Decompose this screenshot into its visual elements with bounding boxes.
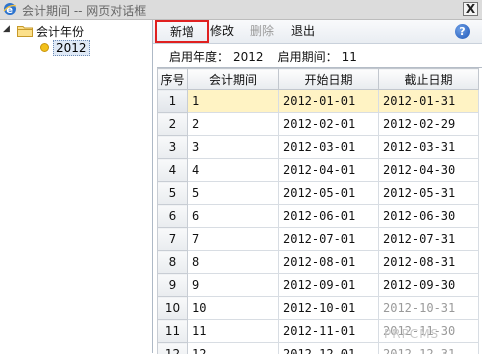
period-cell: 1: [188, 90, 279, 113]
leaf-dot-icon: [40, 43, 49, 52]
dialog-window: e 会计期间 -- 网页对话框 X ◢ 会计年份 2012 新增 修改 删除 退…: [0, 0, 482, 353]
col-header-end-date[interactable]: 截止日期: [379, 69, 479, 90]
end-date-cell: 2012-07-31: [379, 228, 479, 251]
start-date-cell: 2012-12-01: [279, 343, 379, 354]
tree-root-label: 会计年份: [36, 23, 84, 40]
start-date-cell: 2012-10-01: [279, 297, 379, 320]
table-row[interactable]: 772012-07-012012-07-31: [158, 228, 479, 251]
close-button[interactable]: X: [463, 2, 478, 16]
table-row[interactable]: 12122012-12-012012-12-31: [158, 343, 479, 354]
period-cell: 3: [188, 136, 279, 159]
period-cell: 8: [188, 251, 279, 274]
start-date-cell: 2012-08-01: [279, 251, 379, 274]
table-row[interactable]: 552012-05-012012-05-31: [158, 182, 479, 205]
row-index-cell: 11: [158, 320, 188, 343]
table-row[interactable]: 662012-06-012012-06-30: [158, 205, 479, 228]
period-panel: 新增 修改 删除 退出 ? 启用年度：2012启用期间：11 序号 会: [153, 20, 482, 353]
table-row[interactable]: 442012-04-012012-04-30: [158, 159, 479, 182]
col-header-period[interactable]: 会计期间: [188, 69, 279, 90]
start-period-value: 11: [342, 50, 357, 64]
period-cell: 12: [188, 343, 279, 354]
period-cell: 5: [188, 182, 279, 205]
row-index-cell: 12: [158, 343, 188, 354]
col-header-index[interactable]: 序号: [158, 69, 188, 90]
end-date-cell: 2012-06-30: [379, 205, 479, 228]
add-button[interactable]: 新增: [155, 20, 209, 43]
period-cell: 2: [188, 113, 279, 136]
period-cell: 11: [188, 320, 279, 343]
start-date-cell: 2012-05-01: [279, 182, 379, 205]
window-title: 会计期间 -- 网页对话框: [22, 2, 146, 19]
title-bar: e 会计期间 -- 网页对话框 X: [0, 0, 482, 20]
start-date-cell: 2012-03-01: [279, 136, 379, 159]
exit-button[interactable]: 退出: [291, 20, 315, 43]
end-date-cell: 2012-04-30: [379, 159, 479, 182]
period-cell: 10: [188, 297, 279, 320]
end-date-cell: 2012-09-30: [379, 274, 479, 297]
period-cell: 6: [188, 205, 279, 228]
tree-child-label[interactable]: 2012: [53, 40, 90, 56]
table-row[interactable]: 222012-02-012012-02-29: [158, 113, 479, 136]
start-date-cell: 2012-11-01: [279, 320, 379, 343]
end-date-cell: 2012-08-31: [379, 251, 479, 274]
table-row[interactable]: 992012-09-012012-09-30: [158, 274, 479, 297]
start-year-value: 2012: [233, 50, 264, 64]
start-date-cell: 2012-04-01: [279, 159, 379, 182]
edit-button[interactable]: 修改: [210, 20, 234, 43]
end-date-cell: 2012-10-31: [379, 297, 479, 320]
row-index-cell: 5: [158, 182, 188, 205]
start-year-label: 启用年度：: [169, 50, 229, 64]
table-row[interactable]: 10102012-10-012012-10-31: [158, 297, 479, 320]
row-index-cell: 7: [158, 228, 188, 251]
period-cell: 4: [188, 159, 279, 182]
row-index-cell: 4: [158, 159, 188, 182]
row-index-cell: 10: [158, 297, 188, 320]
end-date-cell: 2012-03-31: [379, 136, 479, 159]
table-row[interactable]: 112012-01-012012-01-31: [158, 90, 479, 113]
table-row[interactable]: 882012-08-012012-08-31: [158, 251, 479, 274]
period-cell: 7: [188, 228, 279, 251]
start-date-cell: 2012-06-01: [279, 205, 379, 228]
help-icon[interactable]: ?: [455, 24, 470, 39]
folder-icon: [17, 24, 33, 37]
toolbar: 新增 修改 删除 退出 ?: [153, 20, 482, 44]
row-index-cell: 6: [158, 205, 188, 228]
row-index-cell: 3: [158, 136, 188, 159]
start-period-label: 启用期间：: [278, 50, 338, 64]
table-row[interactable]: 332012-03-012012-03-31: [158, 136, 479, 159]
row-index-cell: 1: [158, 90, 188, 113]
ie-icon: e: [3, 2, 17, 16]
end-date-cell: 2012-05-31: [379, 182, 479, 205]
start-date-cell: 2012-02-01: [279, 113, 379, 136]
start-date-cell: 2012-07-01: [279, 228, 379, 251]
table-header-row: 序号 会计期间 开始日期 截止日期: [158, 69, 479, 90]
period-table: 序号 会计期间 开始日期 截止日期 112012-01-012012-01-31…: [157, 67, 482, 354]
year-tree-panel: ◢ 会计年份 2012: [0, 20, 153, 353]
start-date-cell: 2012-01-01: [279, 90, 379, 113]
end-date-cell: 2012-01-31: [379, 90, 479, 113]
delete-button[interactable]: 删除: [250, 20, 274, 43]
expand-arrow-icon[interactable]: ◢: [3, 24, 10, 34]
row-index-cell: 2: [158, 113, 188, 136]
start-date-cell: 2012-09-01: [279, 274, 379, 297]
col-header-start-date[interactable]: 开始日期: [279, 69, 379, 90]
period-cell: 9: [188, 274, 279, 297]
row-index-cell: 9: [158, 274, 188, 297]
watermark: PRPCMS: [384, 327, 439, 341]
end-date-cell: 2012-12-31: [379, 343, 479, 354]
start-info: 启用年度： 2012 启用期间： 11: [169, 48, 361, 65]
end-date-cell: 2012-02-29: [379, 113, 479, 136]
row-index-cell: 8: [158, 251, 188, 274]
